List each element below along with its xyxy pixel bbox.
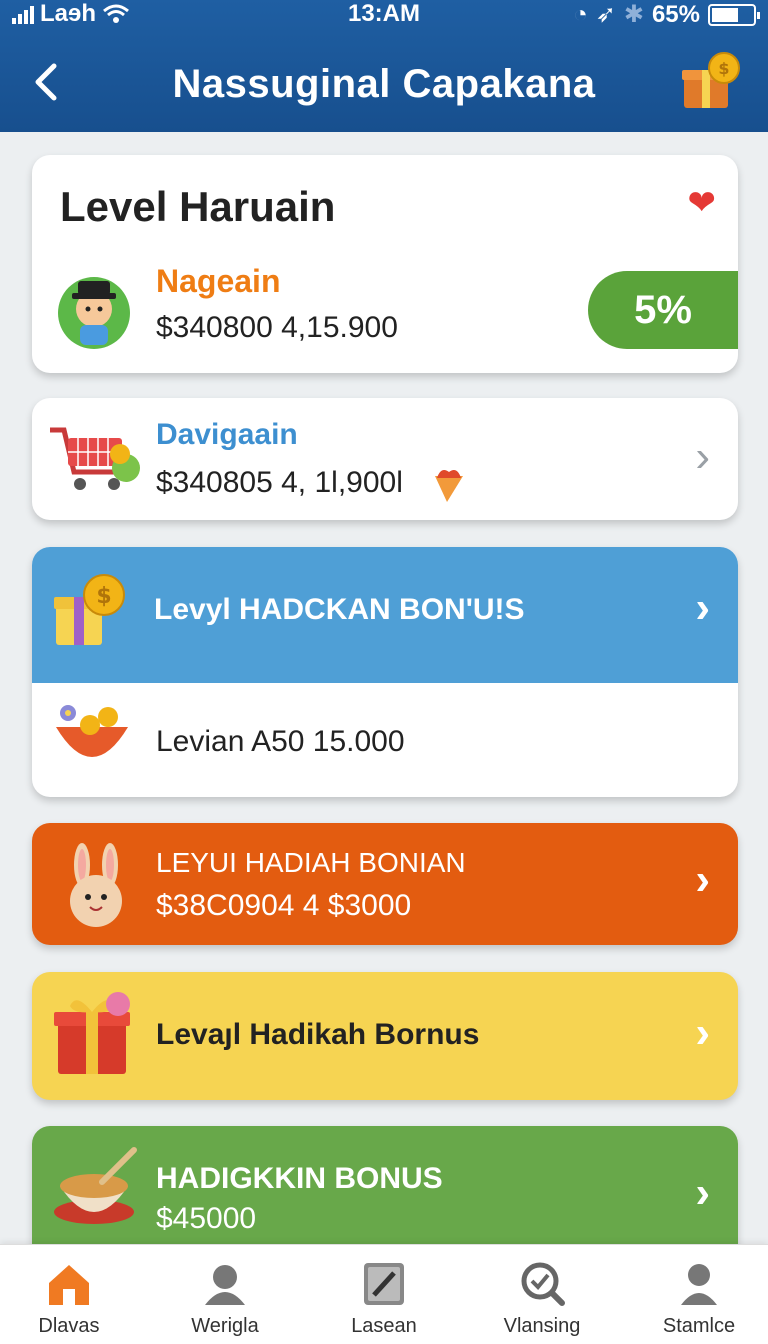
bonus-green-label: HADIGKKIN BONUS bbox=[156, 1162, 443, 1195]
chevron-right-icon[interactable]: › bbox=[695, 432, 710, 482]
chevron-right-icon[interactable]: › bbox=[695, 1168, 710, 1218]
location-icon: ➶ bbox=[595, 1, 616, 28]
bonus-card-yellow[interactable]: Levaȷl Hadikah Bornus › bbox=[32, 972, 738, 1100]
bonus-card-header[interactable]: $ Levyl HADCKAN BON'U!S › bbox=[32, 547, 738, 683]
gift-coin-icon: $ bbox=[54, 574, 125, 645]
nav-label-document: Lasean bbox=[351, 1315, 417, 1337]
bonus-header-label: Levyl HADCKAN BON'U!S bbox=[154, 593, 525, 626]
chevron-right-icon[interactable]: › bbox=[695, 855, 710, 905]
heart-icon[interactable]: ❤ bbox=[688, 183, 717, 223]
bluetooth-icon: ✱ bbox=[623, 1, 644, 28]
title-bar: Nassuginal Capakana $ bbox=[0, 46, 768, 122]
level-heading: Level Haruain bbox=[60, 183, 336, 230]
nav-item-search[interactable]: Vlansing bbox=[467, 1245, 617, 1344]
ice-cream-icon bbox=[435, 470, 464, 502]
gift-box-icon bbox=[54, 992, 130, 1074]
gift-coin-icon: $ bbox=[682, 52, 740, 108]
person-icon bbox=[681, 1264, 717, 1305]
battery-icon bbox=[708, 3, 760, 26]
nav-label-user: Weriglа bbox=[191, 1315, 259, 1337]
nav-item-home[interactable]: Dlavas bbox=[0, 1245, 144, 1344]
bonus-card-blue[interactable]: $ Levyl HADCKAN BON'U!S › Levian A50 15.… bbox=[32, 547, 738, 797]
shopping-amount: $340805 4, 1l,900l bbox=[156, 464, 469, 504]
document-edit-icon bbox=[364, 1263, 404, 1305]
bottom-nav: Dlavas Weriglа Lasean Vlansing Stamlce bbox=[0, 1244, 768, 1344]
search-icon bbox=[521, 1262, 565, 1306]
nav-item-document[interactable]: Lasean bbox=[309, 1245, 459, 1344]
nav-item-user[interactable]: Weriglа bbox=[150, 1245, 300, 1344]
nav-label-profile: Stamlce bbox=[662, 1315, 736, 1337]
status-right: ◔ ➶ ✱ 65% bbox=[573, 0, 760, 29]
status-bar: Laɘh 13:AM ◔ ➶ ✱ 65% bbox=[0, 0, 768, 30]
shopping-amount-text: $340805 4, 1l,900l bbox=[156, 465, 403, 499]
back-button[interactable] bbox=[30, 60, 74, 104]
bonus-card-orange[interactable]: LEYUI HADIAH BONIAN $38C0904 4 $3000 › bbox=[32, 823, 738, 945]
svg-text:$: $ bbox=[718, 59, 729, 78]
level-amount: $340800 4,15.900 bbox=[156, 311, 398, 344]
bonus-yellow-label: Levaȷl Hadikah Bornus bbox=[156, 1018, 480, 1051]
chevron-left-icon bbox=[35, 63, 57, 101]
bonus-orange-amount: $38C0904 4 $3000 bbox=[156, 889, 412, 922]
percent-badge: 5% bbox=[588, 271, 738, 349]
nav-label-search: Vlansing bbox=[503, 1315, 581, 1337]
shopping-name: Davigaain bbox=[156, 418, 298, 451]
nav-item-profile[interactable]: Stamlce bbox=[624, 1245, 768, 1344]
home-icon bbox=[49, 1265, 89, 1305]
soup-bowl-icon bbox=[54, 1147, 137, 1224]
user-icon bbox=[205, 1265, 245, 1305]
bonus-green-amount: $45000 bbox=[156, 1202, 257, 1235]
chevron-right-icon[interactable]: › bbox=[695, 1008, 710, 1058]
chevron-right-icon[interactable]: › bbox=[695, 583, 710, 633]
level-card[interactable]: Level Haruain ❤ Nageain $340800 4,15.900… bbox=[32, 155, 738, 373]
alarm-icon: ◔ bbox=[573, 0, 588, 28]
nav-label-home: Dlavas bbox=[38, 1315, 100, 1337]
app-header: Laɘh 13:AM ◔ ➶ ✱ 65% Nassuginal Capakana bbox=[0, 0, 768, 132]
treasure-bowl-icon bbox=[56, 705, 128, 757]
character-avatar-icon bbox=[58, 277, 130, 349]
shopping-card[interactable]: Davigaain $340805 4, 1l,900l › bbox=[32, 398, 738, 520]
bonus-row-label: Levian A50 15.000 bbox=[156, 725, 405, 758]
battery-percent: 65% bbox=[651, 0, 700, 28]
bunny-icon bbox=[70, 843, 122, 927]
gift-button[interactable]: $ bbox=[680, 50, 742, 112]
battery-fill bbox=[712, 7, 738, 22]
shopping-cart-icon bbox=[50, 427, 140, 490]
bonus-orange-label: LEYUI HADIAH BONIAN bbox=[156, 847, 466, 878]
svg-text:$: $ bbox=[96, 584, 111, 609]
level-name: Nageain bbox=[156, 263, 281, 299]
page-title: Nassuginal Capakana bbox=[172, 61, 596, 106]
